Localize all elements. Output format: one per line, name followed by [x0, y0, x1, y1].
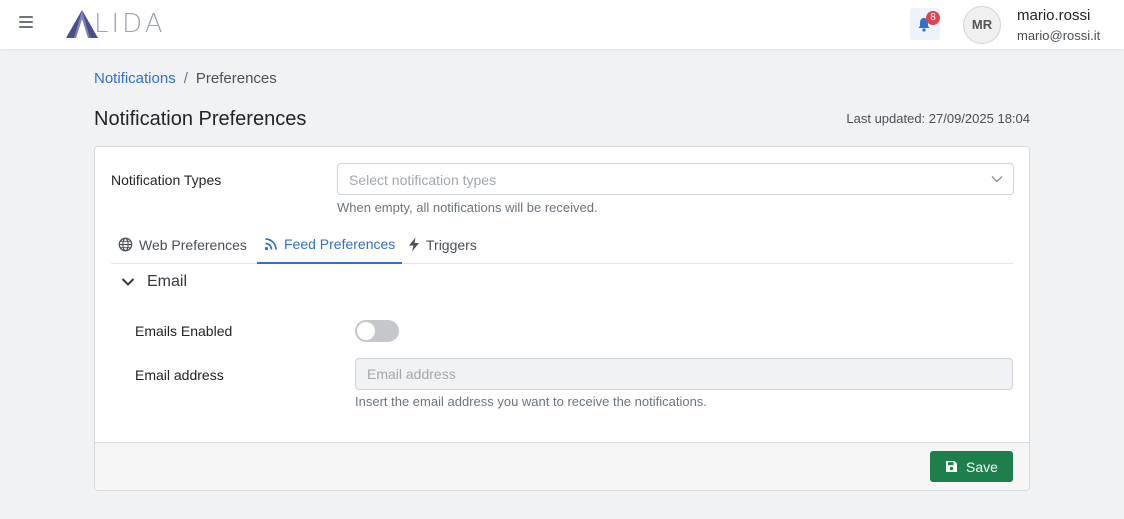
menu-icon[interactable] [19, 16, 33, 30]
user-name: mario.rossi [1017, 7, 1091, 24]
breadcrumb: Notifications / Preferences [94, 70, 277, 87]
emails-enabled-label: Emails Enabled [135, 323, 233, 339]
user-email: mario@rossi.it [1017, 28, 1101, 43]
breadcrumb-separator: / [183, 70, 188, 87]
save-button[interactable]: Save [930, 451, 1013, 482]
notification-types-placeholder: Select notification types [349, 172, 497, 188]
tab-triggers[interactable]: Triggers [401, 225, 484, 264]
tab-feed-preferences-label: Feed Preferences [284, 235, 396, 252]
chevron-down-icon [121, 278, 135, 286]
email-section-title: Email [147, 273, 188, 290]
tab-web-preferences[interactable]: Web Preferences [111, 225, 254, 264]
email-address-label: Email address [135, 367, 224, 383]
emails-enabled-toggle[interactable] [355, 320, 399, 342]
tab-triggers-label: Triggers [426, 236, 477, 253]
tab-web-preferences-label: Web Preferences [139, 236, 247, 253]
notifications-bell-button[interactable]: 8 [910, 8, 940, 40]
top-navbar: LIDA 8 MR mario.rossi mario@rossi.it [0, 0, 1124, 49]
email-address-input[interactable] [355, 358, 1013, 390]
tab-feed-preferences[interactable]: Feed Preferences [257, 225, 403, 264]
notification-count-badge: 8 [926, 11, 940, 25]
notification-types-label: Notification Types [111, 172, 222, 188]
breadcrumb-current: Preferences [195, 70, 277, 87]
toggle-knob [357, 322, 375, 340]
preferences-tabs: Web Preferences Feed Preferences Trigger… [111, 225, 1013, 264]
bolt-icon [409, 237, 419, 252]
save-button-label: Save [966, 458, 998, 475]
chevron-down-icon [991, 176, 1003, 183]
save-icon [946, 461, 958, 472]
preferences-card: Notification Types Select notification t… [94, 146, 1030, 491]
globe-icon [118, 237, 133, 252]
notification-types-hint: When empty, all notifications will be re… [337, 200, 598, 215]
logo[interactable]: LIDA [64, 8, 166, 40]
card-footer: Save [95, 442, 1029, 490]
email-address-hint: Insert the email address you want to rec… [355, 394, 707, 409]
avatar[interactable]: MR [963, 6, 1001, 44]
breadcrumb-notifications-link[interactable]: Notifications [94, 70, 176, 87]
notification-types-select[interactable]: Select notification types [337, 163, 1014, 195]
page-title: Notification Preferences [94, 108, 307, 130]
email-section-toggle[interactable]: Email [121, 273, 187, 291]
last-updated-text: Last updated: 27/09/2025 18:04 [846, 111, 1030, 126]
logo-text: LIDA [94, 9, 166, 39]
rss-icon [264, 237, 277, 250]
